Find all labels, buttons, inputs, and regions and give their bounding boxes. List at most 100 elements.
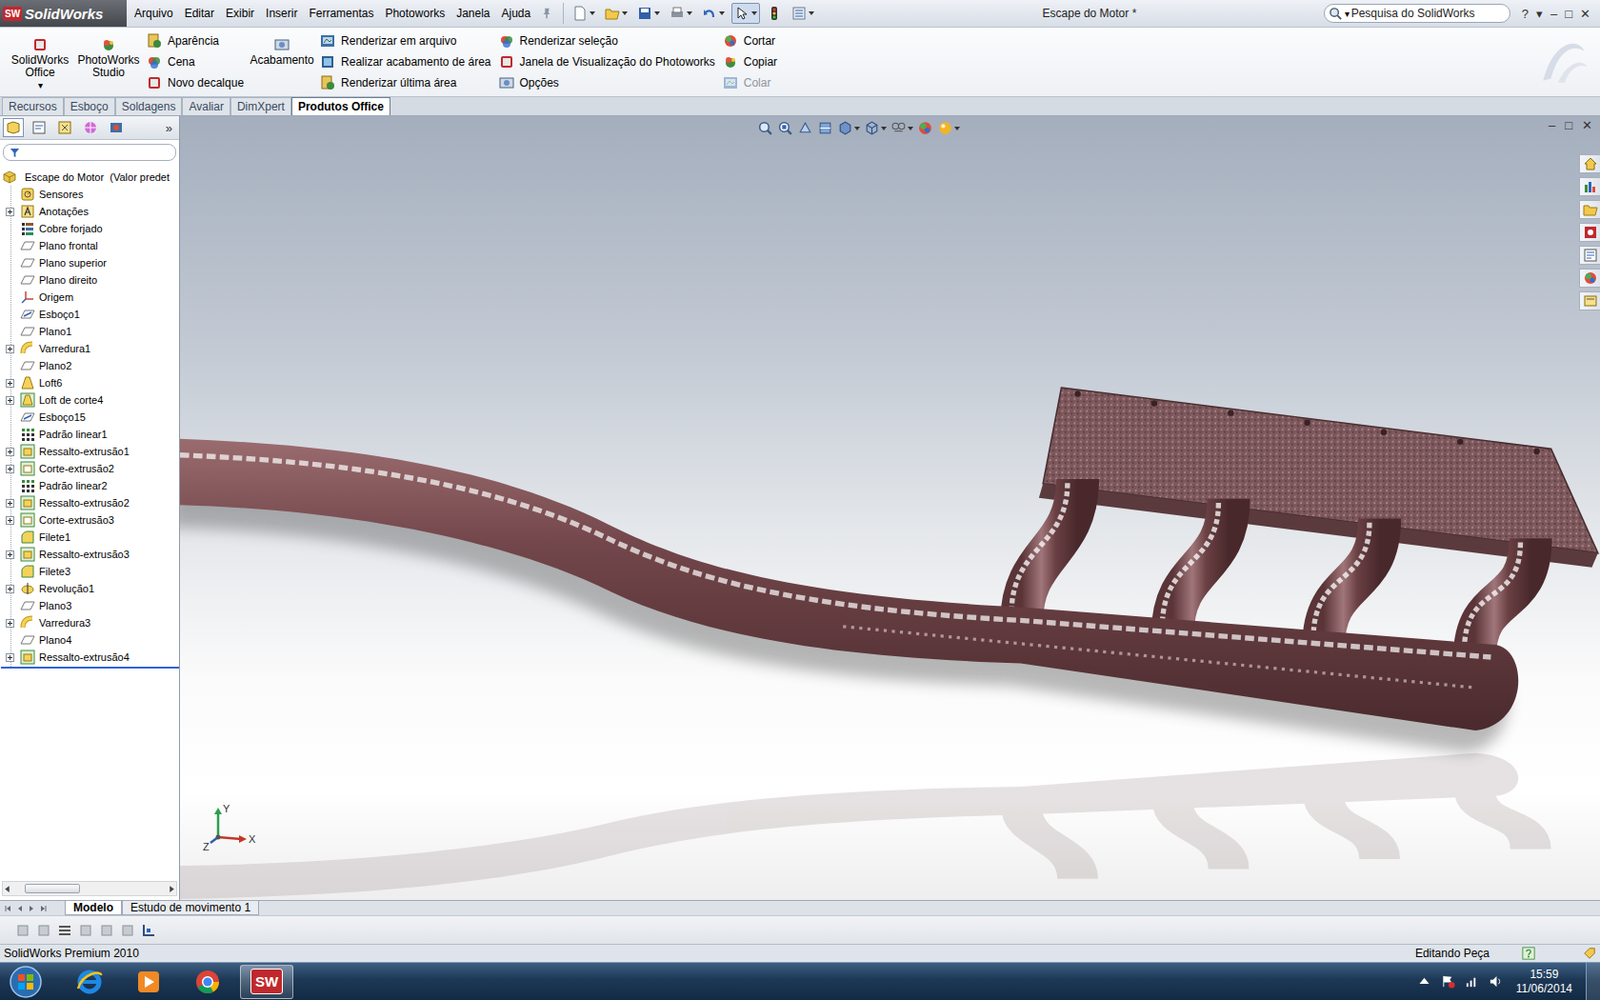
model-tab[interactable]: Modelo bbox=[64, 900, 122, 916]
ribbon-button[interactable]: Aparência bbox=[146, 32, 244, 49]
taskbar-app[interactable] bbox=[121, 964, 176, 1000]
save-button[interactable] bbox=[634, 2, 663, 24]
tree-item[interactable]: Esboço15 bbox=[5, 408, 180, 426]
ribbon-large-button[interactable]: SolidWorks Office ▾ bbox=[9, 31, 71, 91]
menu-item[interactable]: Photoworks bbox=[379, 6, 451, 20]
menu-item[interactable]: Arquivo bbox=[128, 6, 180, 20]
window-control-button[interactable]: □ bbox=[1564, 6, 1573, 21]
expand-icon[interactable] bbox=[5, 344, 15, 354]
options-button[interactable] bbox=[788, 2, 818, 24]
ribbon-button[interactable]: Cortar bbox=[722, 32, 778, 49]
viewport-control-button[interactable]: – bbox=[1548, 118, 1556, 133]
clock[interactable]: 15:59 11/06/2014 bbox=[1512, 967, 1577, 997]
runner-pipe[interactable] bbox=[1021, 479, 1079, 623]
expand-icon[interactable] bbox=[5, 464, 15, 474]
tree-item[interactable]: Varredura3 bbox=[5, 614, 180, 632]
command-tab[interactable]: Recursos bbox=[1, 97, 64, 116]
tree-root[interactable]: Escape do Motor (Valor predet bbox=[0, 168, 180, 186]
tree-item[interactable]: Plano direito bbox=[5, 271, 180, 289]
tree-item[interactable]: Cobre forjado bbox=[5, 220, 180, 238]
ribbon-button[interactable]: Renderizar em arquivo bbox=[320, 32, 491, 49]
tree-item[interactable]: Anotações bbox=[5, 202, 180, 220]
toolbar-icon[interactable] bbox=[78, 922, 94, 939]
rollback-bar[interactable] bbox=[0, 666, 180, 669]
window-control-button[interactable]: ? bbox=[1521, 6, 1529, 21]
view-tool-button[interactable] bbox=[890, 120, 914, 137]
tree-filter[interactable] bbox=[2, 143, 177, 161]
open-button[interactable] bbox=[601, 2, 631, 24]
view-tool-button[interactable] bbox=[917, 120, 934, 137]
tree-item[interactable]: Plano1 bbox=[5, 322, 180, 340]
tab-scroll-icon[interactable] bbox=[15, 903, 25, 914]
dropdown-arrow-icon[interactable] bbox=[808, 11, 815, 16]
toolbar-icon[interactable] bbox=[36, 922, 52, 939]
command-tab[interactable]: Esboço bbox=[63, 97, 116, 116]
collector-pipe[interactable] bbox=[180, 439, 1519, 731]
window-control-button[interactable]: – bbox=[1550, 6, 1558, 21]
search-field[interactable]: ▾ Pesquisa do SolidWorks bbox=[1323, 3, 1511, 23]
tab-scroll-icon[interactable] bbox=[3, 903, 14, 914]
volume-icon[interactable] bbox=[1488, 974, 1503, 989]
tree-item[interactable]: Filete1 bbox=[5, 528, 180, 546]
tree-item[interactable]: Corte-extrusão3 bbox=[5, 511, 180, 529]
dropdown-arrow[interactable]: ▾ bbox=[38, 80, 43, 91]
tree-item[interactable]: Padrão linear1 bbox=[5, 425, 180, 443]
tree-item[interactable]: Origem bbox=[5, 288, 180, 306]
task-pane-tab[interactable] bbox=[1579, 154, 1600, 174]
tree-item[interactable]: Plano2 bbox=[5, 357, 180, 375]
show-hidden-icons-icon[interactable] bbox=[1417, 974, 1432, 989]
ribbon-button[interactable]: Copiar bbox=[722, 53, 778, 70]
dropdown-arrow-icon[interactable] bbox=[854, 126, 860, 131]
ribbon-large-button[interactable]: Acabamento bbox=[251, 31, 313, 67]
action-center-icon[interactable] bbox=[1440, 974, 1456, 989]
scroll-thumb[interactable] bbox=[24, 883, 80, 894]
view-tool-button[interactable] bbox=[863, 120, 887, 137]
tree-item[interactable]: Ressalto-extrusão4 bbox=[5, 648, 180, 666]
runner-pipe[interactable] bbox=[1172, 499, 1229, 636]
model-tab[interactable]: Estudo de movimento 1 bbox=[121, 900, 260, 916]
dropdown-arrow-icon[interactable] bbox=[954, 126, 960, 131]
show-desktop-button[interactable] bbox=[1585, 962, 1600, 1000]
dropdown-arrow-icon[interactable] bbox=[589, 11, 596, 16]
tree-item[interactable]: Revolução1 bbox=[5, 580, 180, 598]
pin-icon[interactable] bbox=[540, 6, 554, 20]
tree-item[interactable]: Corte-extrusão2 bbox=[5, 460, 180, 478]
expand-icon[interactable] bbox=[5, 584, 15, 594]
taskbar-app[interactable] bbox=[62, 964, 117, 1000]
tree-item[interactable]: Ressalto-extrusão2 bbox=[5, 494, 180, 512]
expand-icon[interactable] bbox=[5, 499, 15, 508]
expand-icon[interactable] bbox=[5, 516, 15, 525]
tree-item[interactable]: Esboço1 bbox=[5, 305, 180, 323]
ribbon-large-button[interactable]: PhotoWorks Studio bbox=[78, 31, 140, 80]
select-button[interactable] bbox=[731, 2, 760, 24]
window-control-button[interactable]: ✕ bbox=[1580, 6, 1591, 21]
tree-item[interactable]: Varredura1 bbox=[5, 340, 180, 358]
dropdown-arrow-icon[interactable] bbox=[880, 126, 887, 131]
window-control-button[interactable]: ▾ bbox=[1536, 6, 1543, 21]
menu-item[interactable]: Ajuda bbox=[496, 6, 538, 20]
light-button[interactable] bbox=[763, 2, 785, 24]
task-pane-tab[interactable] bbox=[1579, 245, 1600, 265]
tab-scroll-icon[interactable] bbox=[26, 903, 37, 914]
toolbar-icon[interactable] bbox=[120, 922, 136, 939]
scroll-left-icon[interactable] bbox=[2, 884, 12, 894]
tag-icon[interactable] bbox=[1582, 946, 1597, 960]
tree-item[interactable]: Plano4 bbox=[5, 631, 180, 649]
tree-item[interactable]: Loft6 bbox=[5, 374, 180, 392]
ribbon-button[interactable]: Colar bbox=[722, 74, 778, 91]
ribbon-button[interactable]: Realizar acabamento de área bbox=[320, 53, 491, 70]
panel-tab[interactable] bbox=[28, 118, 50, 138]
tree-item[interactable]: Ressalto-extrusão1 bbox=[5, 442, 180, 460]
tree-item[interactable]: Filete3 bbox=[5, 562, 180, 580]
panel-tab[interactable] bbox=[105, 118, 127, 138]
new-button[interactable] bbox=[569, 2, 599, 24]
ribbon-button[interactable]: Cena bbox=[146, 53, 244, 70]
viewport-control-button[interactable]: □ bbox=[1564, 118, 1573, 133]
ribbon-button[interactable]: Novo decalque bbox=[146, 74, 244, 91]
dropdown-arrow-icon[interactable] bbox=[654, 11, 660, 16]
print-button[interactable] bbox=[666, 2, 696, 24]
toolbar-icon[interactable] bbox=[140, 922, 157, 939]
menu-item[interactable]: Janela bbox=[450, 6, 496, 20]
expand-icon[interactable] bbox=[5, 653, 15, 662]
menu-item[interactable]: Exibir bbox=[220, 6, 260, 20]
